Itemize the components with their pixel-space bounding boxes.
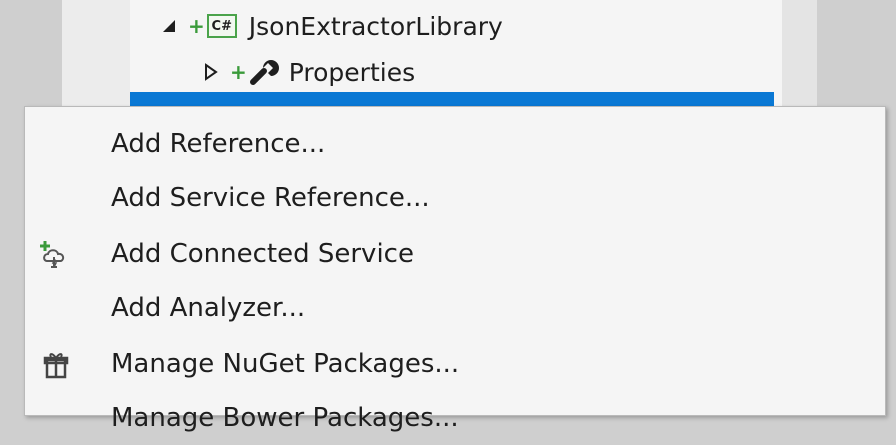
menu-item-label: Add Connected Service bbox=[111, 239, 414, 269]
menu-item-label: Add Reference... bbox=[111, 129, 326, 159]
menu-item-label: Add Service Reference... bbox=[111, 183, 430, 213]
tree-node-project[interactable]: + C# JsonExtractorLibrary bbox=[158, 6, 503, 46]
menu-item-add-service-reference[interactable]: Add Service Reference... bbox=[25, 171, 885, 225]
csharp-project-icon: C# bbox=[206, 14, 237, 38]
properties-label: Properties bbox=[288, 57, 416, 87]
menu-item-label: Manage NuGet Packages... bbox=[111, 349, 460, 379]
menu-item-label: Add Analyzer... bbox=[111, 293, 306, 323]
menu-item-manage-nuget-packages[interactable]: Manage NuGet Packages... bbox=[25, 337, 885, 391]
project-label: JsonExtractorLibrary bbox=[248, 11, 503, 41]
context-menu: Add Reference... Add Service Reference..… bbox=[24, 106, 886, 433]
pending-add-icon: + bbox=[230, 60, 247, 84]
expanded-triangle-icon[interactable] bbox=[158, 18, 180, 34]
menu-item-add-analyzer[interactable]: Add Analyzer... bbox=[25, 281, 885, 335]
pending-add-icon: + bbox=[188, 14, 205, 38]
menu-item-add-connected-service[interactable]: Add Connected Service bbox=[25, 227, 885, 281]
connected-service-icon bbox=[39, 239, 73, 271]
wrench-icon bbox=[249, 58, 279, 86]
tree-node-properties[interactable]: + Properties bbox=[200, 52, 415, 92]
menu-item-add-reference[interactable]: Add Reference... bbox=[25, 117, 885, 171]
collapsed-triangle-icon[interactable] bbox=[200, 63, 222, 81]
menu-item-manage-bower-packages[interactable]: Manage Bower Packages... bbox=[25, 391, 885, 445]
nuget-package-icon bbox=[39, 349, 73, 381]
